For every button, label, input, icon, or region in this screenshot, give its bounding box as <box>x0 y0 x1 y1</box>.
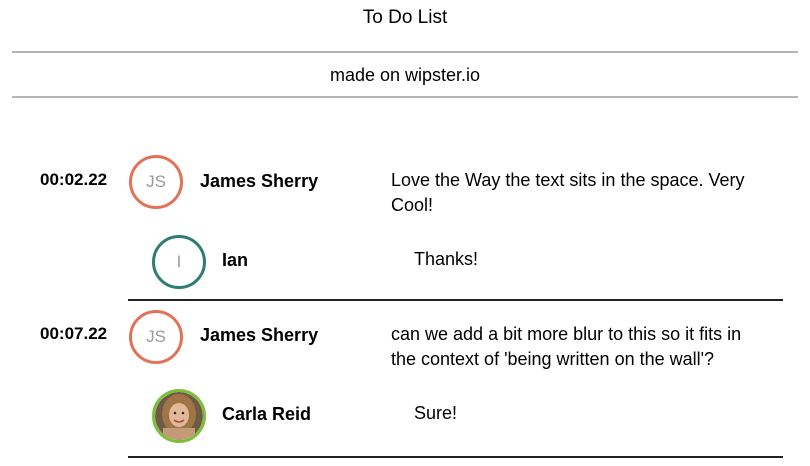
comment-author: James Sherry <box>200 171 319 191</box>
reply-author: Carla Reid <box>222 404 312 424</box>
avatar: I <box>152 235 206 289</box>
reply-text: Sure! <box>414 403 458 423</box>
page-subtitle: made on wipster.io <box>329 65 481 85</box>
thread-divider <box>128 456 783 458</box>
page-title: To Do List <box>362 7 448 28</box>
avatar-initials: JS <box>146 327 166 346</box>
comment-author: James Sherry <box>200 325 319 345</box>
comment-timestamp[interactable]: 00:07.22 <box>40 324 107 344</box>
todo-list-page: To Do List made on wipster.io 00:02.22 J… <box>0 0 810 466</box>
avatar-initials: I <box>176 252 182 271</box>
reply-text: Thanks! <box>414 249 479 269</box>
comment-timestamp[interactable]: 00:02.22 <box>40 170 107 190</box>
avatar: JS <box>129 310 183 364</box>
thread-divider <box>128 299 783 301</box>
comment-text: Love the Way the text sits in the space.… <box>391 170 745 215</box>
comment-text: can we add a bit more blur to this so it… <box>391 324 742 369</box>
header-divider-bottom <box>12 96 798 98</box>
user-photo-icon <box>155 392 203 440</box>
avatar-photo <box>152 389 206 443</box>
header-divider-top <box>12 51 798 53</box>
avatar-initials: JS <box>146 172 166 191</box>
reply-author: Ian <box>222 250 249 270</box>
avatar: JS <box>129 155 183 209</box>
